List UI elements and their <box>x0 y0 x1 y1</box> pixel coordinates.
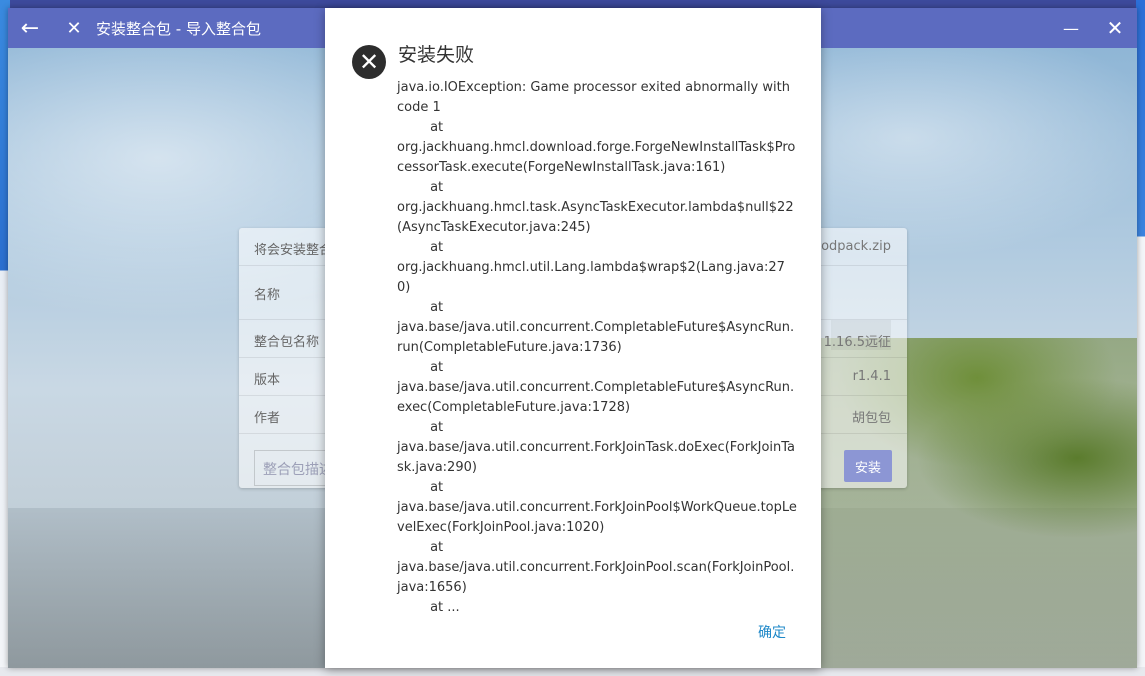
window-close-icon[interactable]: ✕ <box>1093 8 1137 48</box>
window-controls: — ✕ <box>1049 8 1137 48</box>
error-message: java.io.IOException: Game processor exit… <box>397 80 797 615</box>
modpack-name-label: 整合包名称 <box>254 335 320 350</box>
ok-button[interactable]: 确定 <box>758 622 786 642</box>
card-header-text: 将会安装整合 <box>254 243 333 258</box>
taskbar-strip <box>0 667 1145 676</box>
author-label: 作者 <box>254 411 281 426</box>
dialog-title: 安装失败 <box>398 44 475 66</box>
error-icon: ✕ <box>352 45 386 79</box>
name-label: 名称 <box>254 288 281 303</box>
author-value: 胡包包 <box>851 411 891 426</box>
minimize-icon[interactable]: — <box>1049 8 1093 48</box>
version-value: r1.4.1 <box>852 369 891 384</box>
version-label: 版本 <box>254 373 281 388</box>
modpack-name-value: 1.16.5远征 <box>823 335 891 350</box>
install-button[interactable]: 安装 <box>844 450 892 482</box>
desktop-background-right <box>1136 0 1145 676</box>
error-dialog: ✕ 安装失败 java.io.IOException: Game process… <box>325 8 821 668</box>
close-page-icon[interactable]: ✕ <box>52 8 96 48</box>
window-title: 安装整合包 - 导入整合包 <box>96 19 261 38</box>
back-arrow-icon[interactable]: ← <box>8 8 52 48</box>
